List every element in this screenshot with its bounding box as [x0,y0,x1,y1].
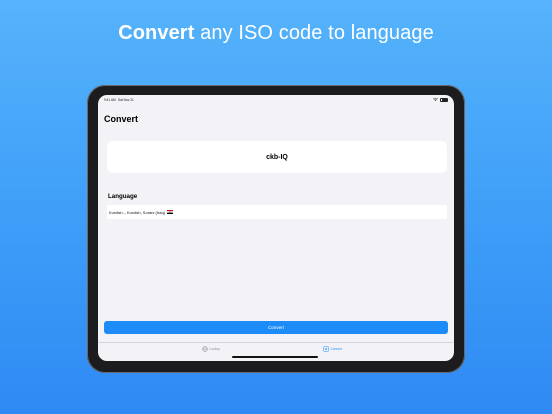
tab-convert-label: Convert [330,347,342,351]
tab-bar: Lookup Convert [98,342,454,361]
iso-code-field[interactable]: ckb-IQ [107,141,447,173]
tab-lookup-label: Lookup [209,347,220,351]
convert-button-label: Convert [268,325,284,330]
status-time: 9:41 AM [104,98,116,102]
convert-button[interactable]: Convert [104,321,448,334]
status-indicators [433,97,448,102]
home-indicator [232,356,318,358]
status-date: Sat Nov 21 [118,98,134,102]
language-result-text: Kurdish – Kurdish, Sorani (Iraq) [109,209,166,215]
app-screen: 9:41 AM Sat Nov 21 Convert ckb-IQ Langua… [98,95,454,361]
promo-headline: Convert any ISO code to language [0,22,552,45]
page-title: Convert [104,114,139,124]
wifi-icon [433,97,438,101]
tab-lookup[interactable]: Lookup [202,346,220,352]
battery-icon [440,97,448,102]
headline-rest: any ISO code to language [194,22,434,44]
headline-bold: Convert [118,22,195,44]
language-result-row: Kurdish – Kurdish, Sorani (Iraq) [107,205,447,219]
iso-code-value: ckb-IQ [266,153,288,161]
convert-icon [323,346,329,352]
language-section-header: Language [108,193,138,200]
status-bar: 9:41 AM Sat Nov 21 [98,95,454,105]
iraq-flag-icon [167,210,174,214]
tablet-frame: 9:41 AM Sat Nov 21 Convert ckb-IQ Langua… [87,85,465,373]
globe-icon [202,346,208,352]
tab-convert[interactable]: Convert [323,346,342,352]
